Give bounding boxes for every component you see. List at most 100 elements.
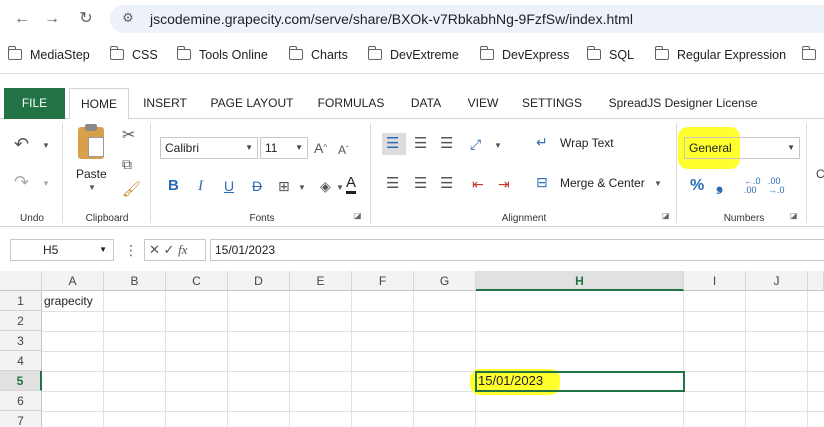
tab-designer-license[interactable]: SpreadJS Designer License: [598, 88, 768, 119]
tab-view[interactable]: VIEW: [460, 88, 506, 119]
align-middle-icon[interactable]: ☰: [414, 135, 427, 153]
redo-dropdown-icon[interactable]: ▼: [42, 179, 50, 188]
gridline: [42, 371, 824, 372]
bold-icon[interactable]: B: [168, 177, 179, 195]
confirm-icon[interactable]: ✓: [164, 242, 175, 257]
tab-file[interactable]: FILE: [4, 88, 65, 119]
column-header-g[interactable]: G: [414, 271, 476, 291]
column-header-i[interactable]: I: [684, 271, 746, 291]
wrap-text-button[interactable]: Wrap Text: [560, 136, 614, 150]
undo-dropdown-icon[interactable]: ▼: [42, 141, 50, 150]
align-center-icon[interactable]: ☰: [414, 175, 427, 193]
bookmark-css[interactable]: CSS: [110, 46, 158, 62]
row-header-7[interactable]: 7: [0, 411, 42, 427]
column-header-a[interactable]: A: [42, 271, 104, 291]
copy-icon[interactable]: ⧉: [122, 155, 132, 173]
fx-icon[interactable]: fx: [178, 242, 187, 257]
tab-insert[interactable]: INSERT: [134, 88, 196, 119]
bookmark-more[interactable]: [802, 46, 824, 62]
tab-home[interactable]: HOME: [69, 88, 129, 120]
tab-settings[interactable]: SETTINGS: [514, 88, 590, 119]
bookmark-tools-online[interactable]: Tools Online: [177, 46, 268, 62]
merge-center-button[interactable]: Merge & Center: [560, 176, 645, 190]
row-header-5[interactable]: 5: [0, 371, 42, 391]
forward-arrow-icon[interactable]: →: [42, 9, 62, 29]
back-arrow-icon[interactable]: ←: [12, 9, 32, 29]
alignment-launcher-icon[interactable]: ◪: [662, 211, 670, 220]
column-header-j[interactable]: J: [746, 271, 808, 291]
column-header-b[interactable]: B: [104, 271, 166, 291]
reload-icon[interactable]: ↻: [76, 9, 96, 29]
url-text[interactable]: jscodemine.grapecity.com/serve/share/BXO…: [150, 11, 633, 27]
bookmark-mediastep[interactable]: MediaStep: [8, 46, 90, 62]
paste-icon[interactable]: [78, 124, 104, 159]
numbers-launcher-icon[interactable]: ◪: [790, 211, 798, 220]
comma-style-icon[interactable]: ❟: [716, 175, 723, 193]
increase-font-icon[interactable]: A^: [314, 139, 327, 157]
bookmark-charts[interactable]: Charts: [289, 46, 348, 62]
align-bottom-icon[interactable]: ☰: [440, 135, 453, 153]
folder-icon: [110, 46, 124, 60]
bookmark-devextreme[interactable]: DevExtreme: [368, 46, 459, 62]
row-header-4[interactable]: 4: [0, 351, 42, 371]
merge-center-icon[interactable]: ⊟: [536, 173, 548, 191]
align-right-icon[interactable]: ☰: [440, 175, 453, 193]
cut-icon[interactable]: ✂: [122, 127, 135, 145]
cell-h5[interactable]: 15/01/2023: [478, 371, 543, 391]
increase-decimal-icon[interactable]: ←.0.00: [744, 177, 761, 195]
font-color-icon[interactable]: A: [346, 175, 357, 194]
borders-dropdown-icon[interactable]: ▼: [298, 183, 306, 192]
font-name-select[interactable]: Calibri ▼: [160, 137, 258, 159]
underline-icon[interactable]: U: [224, 177, 234, 195]
orientation-dropdown-icon[interactable]: ▼: [494, 141, 502, 150]
align-top-icon[interactable]: ☰: [386, 135, 399, 153]
fill-color-icon[interactable]: ◈: [320, 177, 331, 195]
paste-dropdown-icon[interactable]: ▼: [88, 183, 96, 192]
decrease-font-icon[interactable]: Aˇ: [338, 141, 349, 159]
merge-dropdown-icon[interactable]: ▼: [654, 179, 662, 188]
bookmark-devexpress[interactable]: DevExpress: [480, 46, 569, 62]
percent-icon[interactable]: %: [690, 177, 704, 195]
tab-data[interactable]: DATA: [400, 88, 452, 119]
borders-icon[interactable]: ⊞: [278, 177, 290, 195]
bookmark-regular-expression[interactable]: Regular Expression: [655, 46, 786, 62]
column-header-d[interactable]: D: [228, 271, 290, 291]
decrease-decimal-icon[interactable]: .00 →.0: [768, 177, 785, 195]
strikethrough-icon[interactable]: D: [252, 177, 262, 195]
chevron-down-icon: ▼: [295, 143, 303, 152]
more-options-icon[interactable]: ⋮: [124, 242, 138, 259]
wrap-text-icon[interactable]: ↵: [536, 133, 548, 151]
fill-color-dropdown-icon[interactable]: ▼: [336, 183, 344, 192]
decrease-indent-icon[interactable]: ⇤: [472, 175, 484, 193]
row-header-2[interactable]: 2: [0, 311, 42, 331]
column-header-e[interactable]: E: [290, 271, 352, 291]
select-all-corner[interactable]: [0, 271, 42, 291]
column-header-h[interactable]: H: [476, 271, 684, 291]
row-header-6[interactable]: 6: [0, 391, 42, 411]
spreadsheet-grid[interactable]: A B C D E F G H I J 1 2 3 4 5 6 7 grapec…: [0, 271, 824, 427]
format-painter-icon[interactable]: 🖌: [122, 181, 141, 199]
formula-input[interactable]: 15/01/2023: [210, 239, 824, 261]
row-header-1[interactable]: 1: [0, 291, 42, 311]
site-settings-icon[interactable]: ⚙: [118, 8, 138, 28]
column-header-f[interactable]: F: [352, 271, 414, 291]
undo-icon[interactable]: ↶: [14, 135, 29, 153]
align-left-icon[interactable]: ☰: [386, 175, 399, 193]
tab-formulas[interactable]: FORMULAS: [310, 88, 392, 119]
name-box[interactable]: H5 ▼: [10, 239, 114, 261]
bookmark-sql[interactable]: SQL: [587, 46, 634, 62]
number-format-select[interactable]: General ▼: [684, 137, 800, 159]
row-header-3[interactable]: 3: [0, 331, 42, 351]
bookmarks-bar: MediaStep CSS Tools Online Charts DevExt…: [0, 38, 824, 74]
redo-icon[interactable]: ↷: [14, 173, 29, 191]
fonts-launcher-icon[interactable]: ◪: [354, 211, 362, 220]
tab-page-layout[interactable]: PAGE LAYOUT: [202, 88, 302, 119]
paste-label[interactable]: Paste: [76, 167, 107, 181]
column-header-c[interactable]: C: [166, 271, 228, 291]
increase-indent-icon[interactable]: ⇥: [498, 175, 510, 193]
cell-a1[interactable]: grapecity: [44, 291, 93, 311]
italic-icon[interactable]: I: [198, 177, 203, 195]
cancel-icon[interactable]: ✕: [149, 242, 160, 257]
orientation-icon[interactable]: ⤢: [470, 135, 481, 153]
font-size-select[interactable]: 11 ▼: [260, 137, 308, 159]
